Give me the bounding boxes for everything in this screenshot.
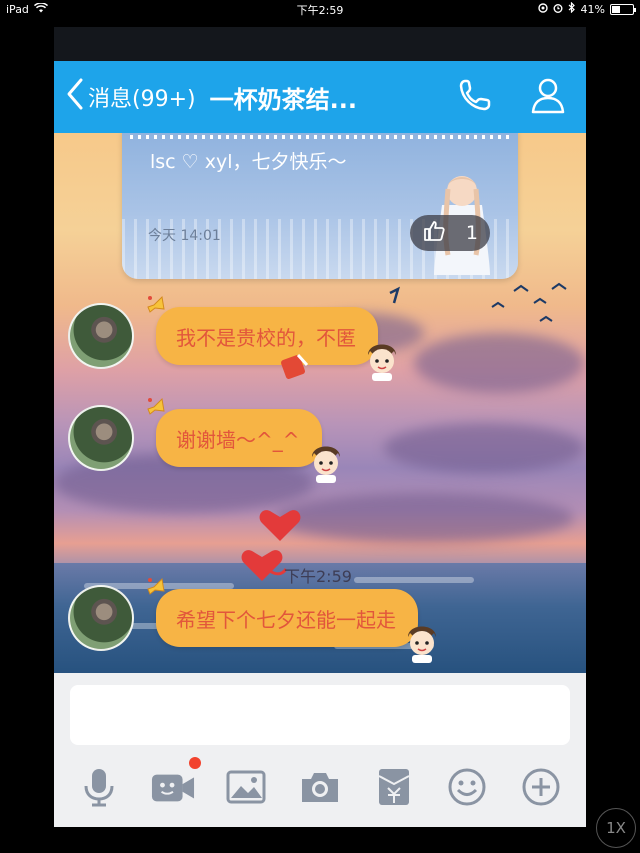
message-input[interactable] — [70, 685, 570, 745]
avatar[interactable] — [68, 585, 134, 651]
trumpet-icon — [147, 295, 165, 313]
image-icon[interactable] — [224, 765, 268, 809]
plus-icon[interactable] — [519, 765, 563, 809]
red-packet-icon[interactable] — [372, 765, 416, 809]
message-bubble[interactable]: 希望下个七夕还能一起走 — [147, 577, 436, 663]
phone-screen: 消息(99+) 一杯奶茶结... lsc ♡ xyl，七夕快乐～ 今天 14:0… — [54, 27, 586, 827]
like-count: 1 — [465, 222, 478, 244]
wave-shape — [354, 577, 474, 583]
zoom-button[interactable]: 1X — [596, 808, 636, 848]
chat-message[interactable]: 我不是贵校的，不匿 — [68, 295, 396, 381]
message-text: 谢谢墙～^_^ — [176, 427, 300, 452]
avatar[interactable] — [68, 405, 134, 471]
message-input-area — [54, 673, 586, 827]
back-label: 消息(99+) — [88, 87, 196, 112]
notification-dot — [188, 757, 201, 769]
trumpet-icon — [147, 397, 165, 415]
trumpet-icon — [147, 577, 165, 595]
red-packet-sticker-icon — [281, 353, 309, 379]
back-button[interactable]: 消息(99+) — [54, 77, 196, 117]
boy-sticker-icon — [311, 446, 340, 483]
chevron-left-icon — [66, 77, 84, 117]
battery-icon — [610, 3, 636, 15]
microphone-icon[interactable] — [77, 765, 121, 809]
chat-message[interactable]: 谢谢墙～^_^ — [68, 397, 340, 483]
message-text: 希望下个七夕还能一起走 — [176, 607, 396, 632]
phone-top-bar — [54, 27, 586, 61]
cloud-shape — [414, 333, 584, 393]
ipad-status-bar: iPad 下午2:59 41% — [0, 0, 640, 18]
boy-sticker-icon — [368, 344, 396, 381]
video-icon[interactable] — [151, 757, 201, 809]
message-bubble[interactable]: 我不是贵校的，不匿 — [147, 295, 396, 381]
profile-icon[interactable] — [528, 75, 568, 119]
camera-icon[interactable] — [298, 765, 342, 809]
cloud-shape — [274, 493, 574, 543]
card-message-text: lsc ♡ xyl，七夕快乐～ — [150, 151, 347, 173]
chat-area[interactable]: lsc ♡ xyl，七夕快乐～ 今天 14:01 1 我不是贵校的，不匿 谢谢墙… — [54, 133, 586, 673]
boy-sticker-icon — [408, 626, 436, 663]
thumbs-up-icon — [422, 219, 446, 248]
cloud-shape — [384, 423, 584, 473]
emoji-icon[interactable] — [445, 765, 489, 809]
like-button[interactable]: 1 — [410, 215, 490, 251]
status-time: 下午2:59 — [296, 4, 344, 17]
phone-icon[interactable] — [456, 76, 494, 118]
message-bubble[interactable]: 谢谢墙～^_^ — [147, 397, 340, 483]
theme-message-card[interactable]: lsc ♡ xyl，七夕快乐～ 今天 14:01 1 — [122, 133, 518, 279]
message-text: 我不是贵校的，不匿 — [176, 325, 356, 350]
chat-navbar: 消息(99+) 一杯奶茶结... — [54, 61, 586, 133]
chat-title: 一杯奶茶结... — [209, 85, 357, 114]
chat-message[interactable]: 希望下个七夕还能一起走 — [68, 577, 436, 663]
card-timestamp: 今天 14:01 — [148, 228, 221, 244]
pearl-border — [130, 135, 510, 139]
avatar[interactable] — [68, 303, 134, 369]
input-toolbar — [54, 757, 586, 815]
message-divider-time: 下午2:59 — [284, 567, 352, 586]
